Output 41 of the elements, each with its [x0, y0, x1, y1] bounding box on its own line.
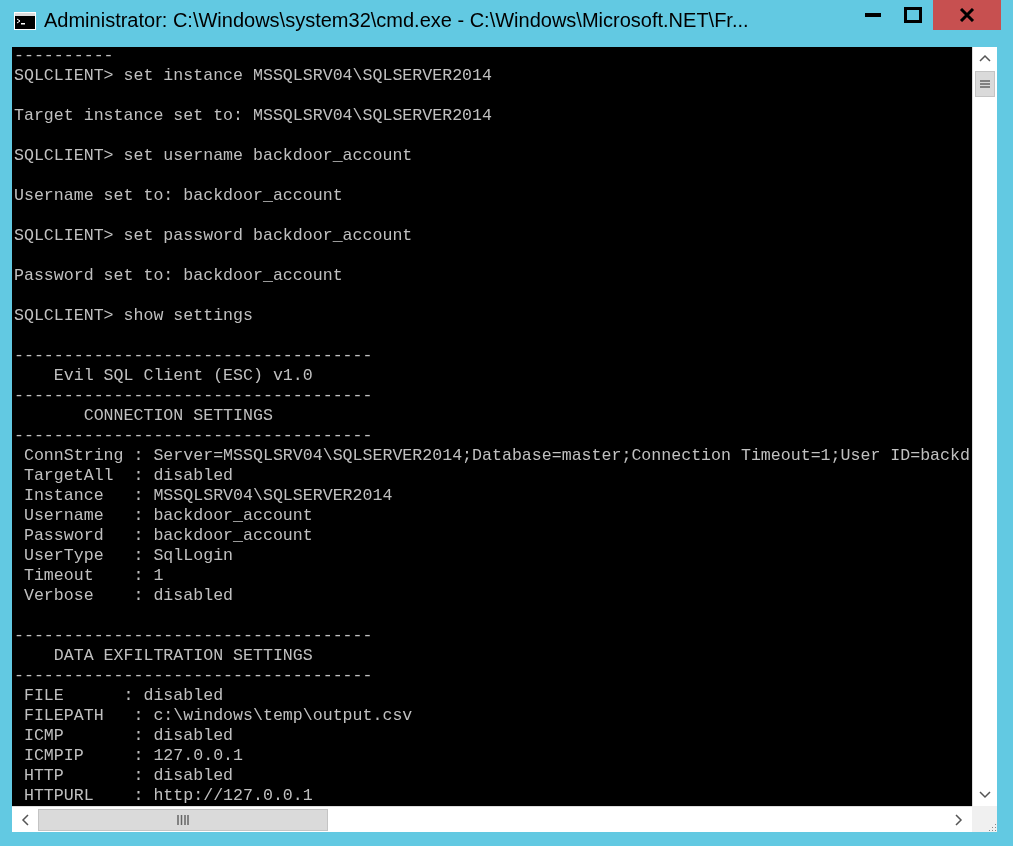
console-line: HTTP : disabled [22, 766, 234, 786]
resize-grip-icon[interactable] [987, 822, 997, 832]
maximize-icon [904, 7, 922, 23]
console-line: Instance : MSSQLSRV04\SQLSERVER2014 [22, 486, 393, 506]
console-line: ------------------------------------ [14, 386, 373, 406]
console-line: ------------------------------------ [14, 346, 373, 366]
scroll-thumb[interactable] [975, 71, 995, 97]
window-title: Administrator: C:\Windows\system32\cmd.exe - C:\Windows\Microsoft.NET\Fr... [44, 8, 750, 33]
console-line: Timeout : 1 [22, 566, 164, 586]
horizontal-scrollbar[interactable] [12, 806, 972, 832]
console-line: DATA EXFILTRATION SETTINGS [52, 646, 313, 666]
console-line: ------------------------------------ [14, 426, 373, 446]
console-line: FILE : disabled [22, 686, 224, 706]
console-line: ------------------------------------ [14, 666, 373, 686]
console-line: UserType : SqlLogin [22, 546, 234, 566]
console-line: SQLCLIENT> set username backdoor_account [14, 146, 413, 166]
console-line: CONNECTION SETTINGS [82, 406, 273, 426]
console-line: Evil SQL Client (ESC) v1.0 [52, 366, 313, 386]
console-line: ------------------------------------ [14, 626, 373, 646]
minimize-icon [865, 13, 881, 17]
console-line: Username set to: backdoor_account [14, 186, 343, 206]
close-button[interactable] [933, 0, 1001, 30]
console-line: HTTPURL : http://127.0.0.1 [22, 786, 313, 806]
console-line: ICMP : disabled [22, 726, 234, 746]
console-line: Verbose : disabled [22, 586, 234, 606]
scroll-thumb[interactable] [38, 808, 328, 831]
console-line: ConnString : Server=MSSQLSRV04\SQLSERVER2014;Database=master;Connection Timeout=1;User ID=backd [22, 446, 970, 466]
command-prompt-icon [14, 12, 36, 30]
console-line: Target instance set to: MSSQLSRV04\SQLSERVER2014 [14, 106, 492, 126]
close-icon [959, 8, 975, 22]
console-line: SQLCLIENT> set password backdoor_account [14, 226, 413, 246]
console-line: TargetAll : disabled [22, 466, 234, 486]
console-line: Password : backdoor_account [22, 526, 313, 546]
console-line: Username : backdoor_account [22, 506, 313, 526]
console-line: ICMPIP : 127.0.0.1 [22, 746, 244, 766]
console-line: SQLCLIENT> set instance MSSQLSRV04\SQLSERVER2014 [14, 66, 492, 86]
vertical-scrollbar[interactable] [972, 47, 997, 806]
console-line: Password set to: backdoor_account [14, 266, 343, 286]
console-line: SQLCLIENT> show settings [14, 306, 253, 326]
console-line: FILEPATH : c:\windows\temp\output.csv [22, 706, 413, 726]
console-line: ---------- [14, 47, 114, 66]
